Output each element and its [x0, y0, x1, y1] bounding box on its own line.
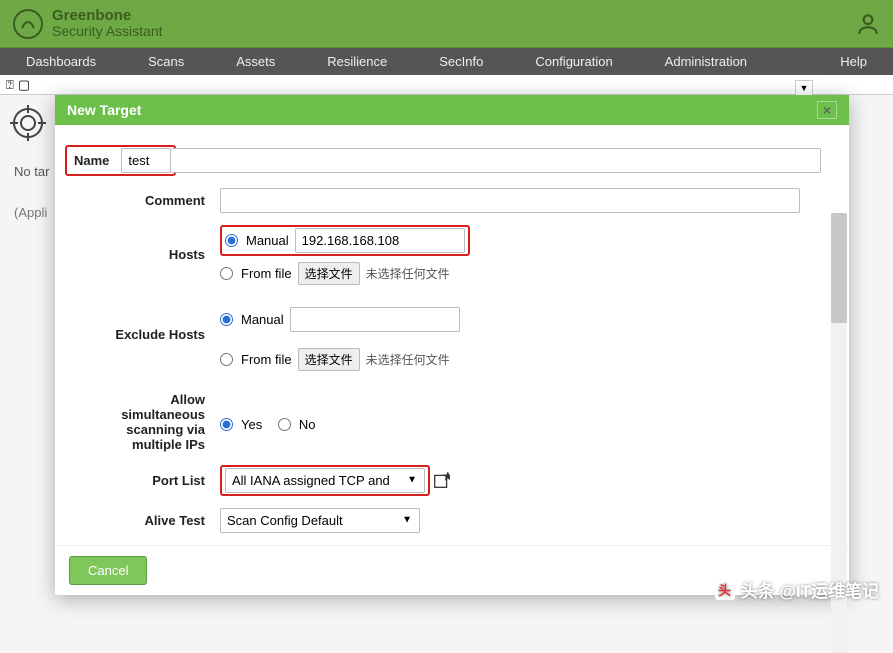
allow-simul-field: Yes No — [220, 393, 821, 432]
exclude-choose-file-button[interactable]: 选择文件 — [298, 348, 360, 371]
exclude-no-file-text: 未选择任何文件 — [366, 351, 450, 368]
new-icon[interactable]: ▢ — [18, 77, 30, 93]
user-icon[interactable] — [855, 11, 881, 37]
brand-text: Greenbone Security Assistant — [52, 8, 163, 40]
row-name: Name — [65, 145, 821, 176]
port-list-select[interactable] — [225, 468, 425, 493]
exclude-manual-radio[interactable] — [220, 313, 233, 326]
action-bar: ⍰ ▢ — [0, 75, 893, 95]
cancel-button[interactable]: Cancel — [69, 556, 147, 585]
target-icon — [10, 105, 46, 141]
exclude-fromfile-label: From file — [241, 352, 292, 367]
nav-dashboards[interactable]: Dashboards — [0, 54, 122, 69]
hosts-fromfile-radio[interactable] — [220, 267, 233, 280]
filter-dropdown-icon[interactable]: ▼ — [795, 80, 813, 96]
nav-administration[interactable]: Administration — [639, 54, 773, 69]
modal-title-text: New Target — [67, 102, 141, 118]
hosts-manual-input[interactable] — [295, 228, 465, 253]
row-hosts: Hosts Manual From file 选择文件 未选择任何文件 — [65, 225, 821, 295]
nav-help[interactable]: Help — [814, 54, 893, 69]
name-input[interactable] — [121, 148, 171, 173]
label-comment: Comment — [65, 193, 220, 208]
nav-secinfo[interactable]: SecInfo — [413, 54, 509, 69]
hosts-fromfile-label: From file — [241, 266, 292, 281]
label-name: Name — [70, 153, 113, 168]
hosts-manual-label: Manual — [246, 233, 289, 248]
label-port-list: Port List — [65, 473, 220, 488]
modal-titlebar: New Target × — [55, 95, 849, 125]
new-port-list-icon[interactable]: ★ — [430, 469, 452, 491]
exclude-fromfile-radio[interactable] — [220, 353, 233, 366]
new-target-modal: New Target × Name Comment Hosts Manual — [55, 95, 849, 595]
row-comment: Comment — [65, 188, 821, 213]
hosts-no-file-text: 未选择任何文件 — [366, 265, 450, 282]
comment-input[interactable] — [220, 188, 800, 213]
exclude-field: Manual From file 选择文件 未选择任何文件 — [220, 307, 821, 381]
modal-body: Name Comment Hosts Manual — [55, 125, 849, 545]
watermark-logo-icon: 头 — [715, 580, 735, 600]
watermark-text: 头条 @IT运维笔记 — [741, 577, 879, 602]
row-alive-test: Alive Test — [65, 508, 821, 533]
row-allow-simul: Allow simultaneous scanning via multiple… — [65, 393, 821, 453]
greenbone-logo-icon — [12, 8, 44, 40]
hosts-field: Manual From file 选择文件 未选择任何文件 — [220, 225, 821, 295]
simul-yes-radio[interactable] — [220, 418, 233, 431]
simul-no-label: No — [299, 417, 316, 432]
svg-text:★: ★ — [444, 472, 450, 481]
brand-area: Greenbone Security Assistant — [12, 8, 163, 40]
exclude-manual-input[interactable] — [290, 307, 460, 332]
nav-scans[interactable]: Scans — [122, 54, 210, 69]
main-nav: Dashboards Scans Assets Resilience SecIn… — [0, 48, 893, 75]
close-icon[interactable]: × — [817, 101, 837, 119]
watermark: 头 头条 @IT运维笔记 — [715, 577, 879, 602]
brand-name: Greenbone — [52, 8, 163, 25]
nav-resilience[interactable]: Resilience — [301, 54, 413, 69]
label-alive-test: Alive Test — [65, 513, 220, 528]
hosts-choose-file-button[interactable]: 选择文件 — [298, 262, 360, 285]
label-exclude-hosts: Exclude Hosts — [65, 307, 220, 342]
alive-test-select[interactable] — [220, 508, 420, 533]
hosts-manual-radio[interactable] — [225, 234, 238, 247]
app-header: Greenbone Security Assistant — [0, 0, 893, 48]
help-icon[interactable]: ⍰ — [6, 77, 14, 93]
exclude-manual-label: Manual — [241, 312, 284, 327]
name-input-extended[interactable] — [171, 148, 821, 173]
nav-assets[interactable]: Assets — [210, 54, 301, 69]
label-hosts: Hosts — [65, 225, 220, 262]
brand-sub: Security Assistant — [52, 24, 163, 39]
label-allow-simul: Allow simultaneous scanning via multiple… — [65, 393, 220, 453]
simul-no-radio[interactable] — [278, 418, 291, 431]
simul-yes-label: Yes — [241, 417, 262, 432]
nav-configuration[interactable]: Configuration — [509, 54, 638, 69]
row-port-list: Port List ★ — [65, 465, 821, 496]
row-exclude-hosts: Exclude Hosts Manual From file 选择文件 未选择任… — [65, 307, 821, 381]
